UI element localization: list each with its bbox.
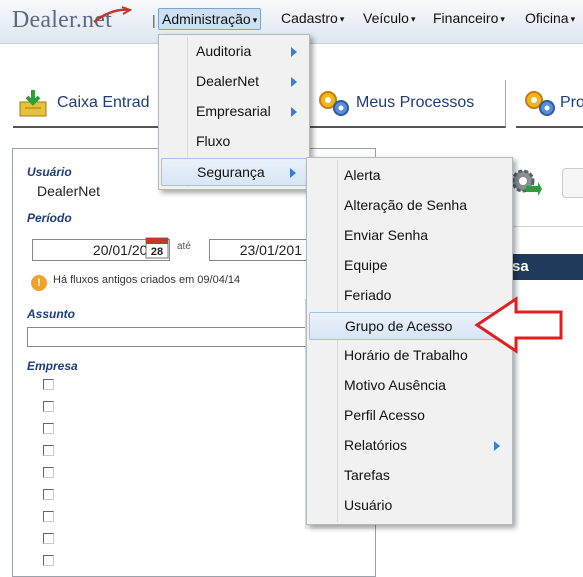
menu-item-label: Feriado [344, 287, 392, 303]
menu-item-fluxo[interactable]: Fluxo [161, 128, 307, 156]
empresa-checkbox[interactable] [43, 533, 54, 544]
submenu-arrow-icon [291, 47, 297, 57]
menu-item-label: Motivo Ausência [344, 377, 446, 393]
red-callout-arrow-icon [474, 296, 563, 354]
usuario-label: Usuário [27, 165, 72, 179]
menu-item-alteracao-de-senha[interactable]: Alteração de Senha [309, 192, 510, 220]
inbox-download-icon [19, 90, 47, 117]
submenu-arrow-icon [291, 77, 297, 87]
menu-item-motivo-ausencia[interactable]: Motivo Ausência [309, 372, 510, 400]
menu-item-label: Usuário [344, 497, 393, 513]
chevron-down-icon: ▾ [570, 14, 576, 24]
menu-item-perfil-acesso[interactable]: Perfil Acesso [309, 402, 510, 430]
warning-message: ! Há fluxos antigos criados em 09/04/14 [31, 274, 240, 291]
menu-item-label: Alteração de Senha [344, 197, 467, 213]
empresa-checkbox[interactable] [43, 401, 54, 412]
calendar-day: 28 [151, 246, 163, 258]
menu-item-seguranca[interactable]: Segurança [161, 158, 307, 186]
submenu-arrow-icon [494, 441, 500, 451]
menu-item-usuario[interactable]: Usuário [309, 492, 510, 520]
menu-item-tarefas[interactable]: Tarefas [309, 462, 510, 490]
nav-financeiro[interactable]: Financeiro ▾ [430, 8, 508, 30]
empresa-checkbox[interactable] [43, 467, 54, 478]
empresa-checkbox[interactable] [43, 379, 54, 390]
submenu-arrow-icon [291, 107, 297, 117]
results-header-text: sa [512, 258, 529, 275]
nav-veiculo[interactable]: Veículo ▾ [360, 8, 418, 30]
nav-administracao-label: Administração [162, 11, 251, 27]
tab-caixa-entrada[interactable]: Caixa Entrad [13, 80, 173, 128]
tab-pro[interactable]: Pro [516, 80, 583, 128]
menu-item-enviar-senha[interactable]: Enviar Senha [309, 222, 510, 250]
menu-item-label: Enviar Senha [344, 227, 429, 243]
menu-item-label: DealerNet [196, 73, 260, 89]
empresa-checkbox[interactable] [43, 555, 54, 566]
chevron-down-icon: ▾ [410, 14, 416, 24]
nav-cadastro-label: Cadastro [281, 10, 338, 26]
menu-item-equipe[interactable]: Equipe [309, 252, 510, 280]
menu-item-label: Relatórios [344, 437, 408, 453]
menu-item-label: Alerta [344, 167, 381, 183]
nav-financeiro-label: Financeiro [433, 10, 499, 26]
right-search-input[interactable] [562, 168, 583, 198]
tab-caixa-entrada-label: Caixa Entrad [57, 94, 150, 111]
nav-oficina-label: Oficina [525, 10, 569, 26]
menu-item-relatorios[interactable]: Relatórios [309, 432, 510, 460]
date-to-input[interactable]: 23/01/201 [209, 239, 309, 261]
gears-icon [319, 91, 349, 116]
menu-item-label: Auditoria [196, 43, 252, 59]
usuario-value: DealerNet [37, 183, 101, 199]
nav-cadastro[interactable]: Cadastro ▾ [278, 8, 347, 30]
menu-item-label: Perfil Acesso [344, 407, 425, 423]
menu-item-label: Equipe [344, 257, 388, 273]
menu-item-label: Empresarial [196, 103, 271, 119]
chevron-down-icon: ▾ [339, 14, 345, 24]
menu-item-auditoria[interactable]: Auditoria [161, 38, 307, 66]
date-to-value: 23/01/201 [239, 242, 302, 258]
empresa-checkbox[interactable] [43, 445, 54, 456]
menu-item-label: Grupo de Acesso [345, 318, 453, 334]
tab-pro-label: Pro [560, 94, 583, 111]
chevron-down-icon: ▾ [500, 14, 505, 24]
calendar-icon[interactable]: 28 [145, 235, 169, 259]
empresa-label: Empresa [27, 359, 78, 373]
nav-separator: | [152, 12, 156, 28]
nav-administracao[interactable]: Administração ▾ [158, 8, 262, 30]
periodo-label: Período [27, 211, 72, 225]
warning-icon: ! [31, 275, 47, 291]
chevron-down-icon: ▾ [252, 15, 258, 25]
results-header: sa [510, 254, 583, 280]
logo-swoosh-icon [93, 6, 132, 23]
empresa-checkbox[interactable] [43, 423, 54, 434]
menu-item-label: Segurança [197, 164, 265, 180]
menu-item-label: Tarefas [344, 467, 390, 483]
nav-oficina[interactable]: Oficina ▾ [522, 8, 578, 30]
administracao-menu: Auditoria DealerNet Empresarial Fluxo Se… [158, 34, 310, 190]
warning-text: Há fluxos antigos criados em 09/04/14 [53, 274, 241, 286]
tab-meus-processos-label: Meus Processos [356, 94, 475, 111]
menu-item-label: Fluxo [196, 133, 231, 149]
menu-item-alerta[interactable]: Alerta [309, 162, 510, 190]
tab-meus-processos[interactable]: Meus Processos [310, 80, 506, 128]
nav-veiculo-label: Veículo [363, 10, 409, 26]
menu-item-empresarial[interactable]: Empresarial [161, 98, 307, 126]
gear-run-icon[interactable] [508, 166, 542, 200]
menu-item-dealernet[interactable]: DealerNet [161, 68, 307, 96]
empresa-checkbox[interactable] [43, 489, 54, 500]
empresa-checkbox[interactable] [43, 511, 54, 522]
gears-icon [525, 91, 555, 116]
ate-label: até [177, 241, 191, 252]
assunto-label: Assunto [27, 307, 75, 321]
menu-item-label: Horário de Trabalho [344, 347, 468, 363]
submenu-arrow-icon [290, 168, 296, 178]
